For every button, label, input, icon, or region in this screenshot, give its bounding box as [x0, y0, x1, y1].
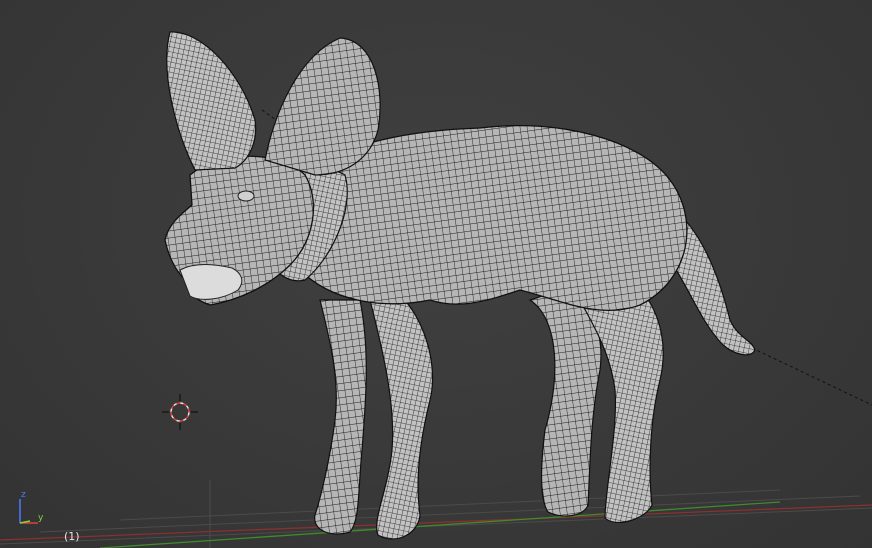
- relation-line-tail: [751, 347, 872, 406]
- gizmo-y-label: y: [38, 513, 44, 523]
- axes-gizmo: [19, 499, 38, 524]
- scene-canvas[interactable]: [0, 0, 872, 548]
- fox-mesh[interactable]: [160, 30, 760, 545]
- frame-indicator: (1): [64, 530, 80, 543]
- 3d-viewport[interactable]: z y (1): [0, 0, 872, 548]
- gizmo-z-label: z: [21, 490, 26, 500]
